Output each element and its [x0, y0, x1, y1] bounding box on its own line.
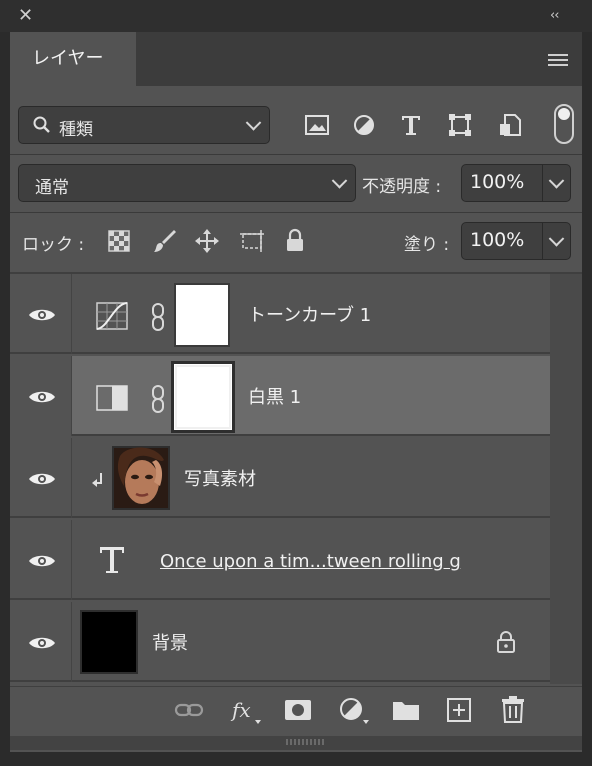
lock-artboard-icon[interactable] [238, 228, 266, 254]
svg-text:fx: fx [230, 698, 251, 722]
new-adjustment-layer-icon[interactable] [338, 696, 370, 726]
adjustment-filter-icon[interactable] [350, 111, 378, 139]
portrait-photo-thumbnail[interactable] [112, 446, 170, 510]
black-white-adjustment-icon [96, 385, 128, 411]
filter-kind-select[interactable]: 種類 [18, 106, 270, 144]
filter-toggle[interactable] [554, 104, 574, 144]
blend-mode-label: 通常 [35, 178, 69, 198]
eye-icon[interactable] [28, 470, 56, 488]
field-divider [542, 165, 543, 201]
type-layer-icon [100, 547, 124, 573]
chevron-down-icon[interactable] [548, 231, 565, 247]
chain-link-icon[interactable] [150, 302, 166, 332]
pixel-layer-filter-icon[interactable] [303, 111, 331, 139]
panel-titlebar [0, 0, 592, 32]
type-filter-icon[interactable] [397, 111, 425, 139]
add-mask-icon[interactable] [284, 698, 312, 722]
opacity-field[interactable]: 100% [461, 164, 571, 202]
lock-label: ロック : [22, 235, 85, 255]
eye-icon[interactable] [28, 306, 56, 324]
layer-mask-thumbnail[interactable] [174, 283, 230, 347]
chevron-down-icon [245, 115, 262, 131]
lock-position-move-icon[interactable] [194, 228, 220, 254]
opacity-value[interactable]: 100% [470, 171, 524, 193]
opacity-label: 不透明度 : [362, 177, 442, 197]
lock-image-pixels-brush-icon[interactable] [152, 228, 178, 254]
fill-value[interactable]: 100% [470, 229, 524, 251]
panel-resize-handle[interactable] [10, 736, 582, 750]
eye-icon[interactable] [28, 388, 56, 406]
clipping-mask-arrow-icon [92, 473, 102, 487]
background-layer-thumbnail[interactable] [80, 610, 138, 674]
lock-all-icon[interactable] [284, 228, 306, 254]
chain-link-icon[interactable] [150, 384, 166, 414]
new-layer-icon[interactable] [446, 697, 472, 723]
eye-icon[interactable] [28, 634, 56, 652]
grip-icon [286, 739, 326, 745]
tab-layers[interactable]: レイヤー [10, 32, 136, 86]
new-group-folder-icon[interactable] [392, 698, 420, 722]
divider [10, 154, 582, 155]
field-divider [542, 223, 543, 259]
chevron-down-icon [331, 173, 348, 189]
layers-scrollbar[interactable] [550, 274, 582, 684]
layer-name[interactable]: トーンカーブ 1 [248, 304, 371, 328]
delete-trash-icon[interactable] [500, 695, 526, 723]
fill-field[interactable]: 100% [461, 222, 571, 260]
blend-mode-select[interactable]: 通常 [18, 164, 356, 202]
lock-transparent-pixels-icon[interactable] [108, 230, 130, 252]
layer-lock-icon [497, 631, 515, 653]
collapse-icon[interactable]: ‹‹ [550, 8, 570, 24]
filter-kind-label: 種類 [59, 120, 93, 140]
search-icon [33, 116, 50, 133]
shape-filter-icon[interactable] [446, 111, 474, 139]
toggle-knob [558, 108, 570, 120]
divider [10, 212, 582, 213]
panel-menu-icon[interactable] [548, 52, 568, 68]
layer-name[interactable]: Once upon a tim...tween rolling g [160, 550, 461, 574]
close-icon[interactable]: ✕ [18, 6, 38, 26]
layer-name[interactable]: 背景 [152, 632, 188, 656]
curves-adjustment-icon [96, 302, 128, 330]
layer-name[interactable]: 白黒 1 [248, 386, 301, 410]
link-layers-icon[interactable] [174, 700, 204, 720]
fill-label: 塗り : [404, 235, 450, 255]
chevron-down-icon[interactable] [548, 173, 565, 189]
layer-mask-thumbnail-selected[interactable] [171, 361, 235, 433]
eye-icon[interactable] [28, 552, 56, 570]
smart-object-filter-icon[interactable] [496, 111, 524, 139]
fx-layer-style-icon[interactable]: fx [230, 696, 262, 726]
layer-name[interactable]: 写真素材 [184, 468, 256, 492]
